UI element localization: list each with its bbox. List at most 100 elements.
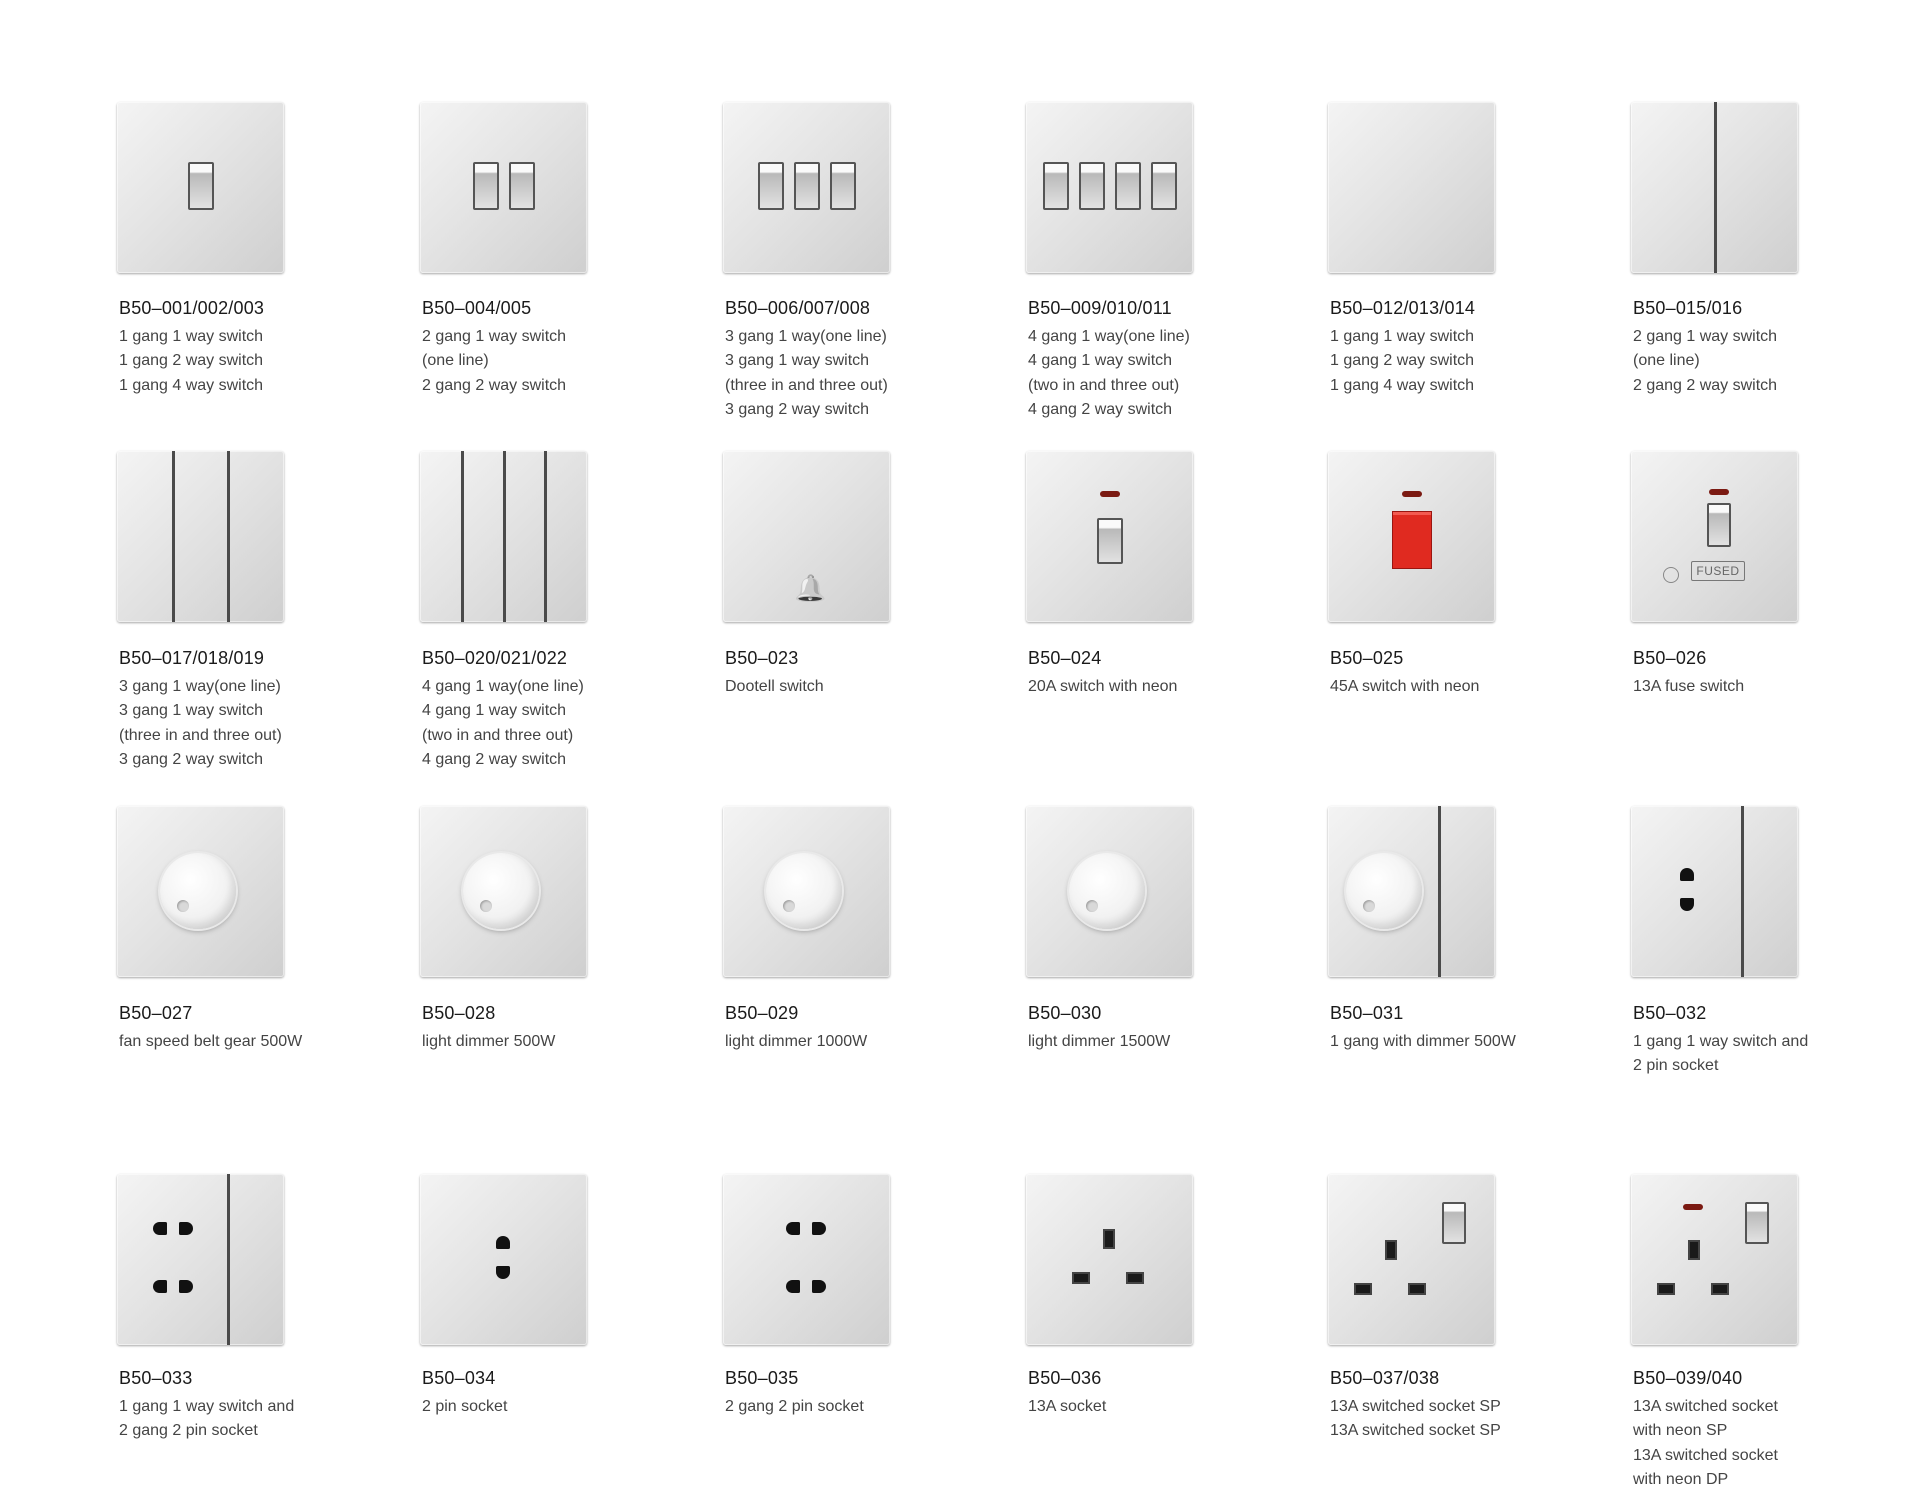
divider-line	[1741, 806, 1744, 977]
divider-line	[503, 451, 506, 622]
divider-line	[227, 1174, 230, 1345]
switch-plate-image	[1328, 451, 1495, 622]
red-switch-icon	[1392, 511, 1432, 569]
product-description: 4 gang 1 way(one line) 4 gang 1 way switc…	[1028, 325, 1190, 422]
description-line: 2 gang 2 way switch	[1633, 376, 1778, 394]
product-description: 3 gang 1 way(one line) 3 gang 1 way switc…	[119, 675, 282, 772]
switch-plate-image	[1631, 1174, 1798, 1345]
knob-indicator-dot	[1363, 900, 1375, 912]
fused-label: FUSED	[1691, 561, 1745, 581]
description-line: 3 gang 1 way(one line)	[119, 678, 281, 695]
product-description: Dootell switch	[725, 675, 824, 699]
dimmer-knob-icon	[1069, 853, 1145, 929]
description-line: fan speed belt gear 500W	[119, 1033, 303, 1050]
socket-pin-icon	[786, 1280, 800, 1293]
neon-indicator-icon	[1683, 1204, 1703, 1210]
description-line: with neon DP	[1633, 1470, 1729, 1488]
knob-indicator-dot	[1086, 900, 1098, 912]
socket-pin-icon	[153, 1280, 167, 1293]
description-line: 1 gang with dimmer 500W	[1330, 1033, 1516, 1050]
description-line: 1 gang 2 way switch	[119, 352, 264, 370]
product-code: B50–027	[119, 1003, 193, 1023]
description-line: (two in and three out)	[1028, 376, 1180, 394]
switch-rocker-icon	[1707, 503, 1731, 547]
description-line: 4 gang 1 way(one line)	[1028, 328, 1190, 345]
product-description: light dimmer 1500W	[1028, 1030, 1170, 1054]
description-line: 4 gang 1 way switch	[1028, 352, 1173, 370]
description-line: 20A switch with neon	[1028, 678, 1178, 695]
product-description: light dimmer 500W	[422, 1030, 555, 1054]
product-code: B50–026	[1633, 648, 1707, 668]
switch-plate-image	[723, 806, 890, 977]
fuse-ring-icon	[1663, 567, 1679, 583]
dimmer-knob-icon	[160, 853, 236, 929]
description-line: (two in and three out)	[422, 726, 574, 744]
product-code: B50–006/007/008	[725, 298, 871, 318]
switch-rocker-icon	[1442, 1202, 1466, 1244]
product-code: B50–029	[725, 1003, 799, 1023]
product-description: 2 gang 2 pin socket	[725, 1395, 864, 1419]
knob-indicator-dot	[783, 900, 795, 912]
description-line: 1 gang 2 way switch	[1330, 352, 1475, 370]
socket-slot-icon	[1103, 1229, 1115, 1249]
description-line: 3 gang 1 way switch	[119, 702, 264, 720]
description-line: 2 gang 2 pin socket	[119, 1422, 258, 1440]
socket-slot-icon	[1354, 1283, 1372, 1295]
divider-line	[227, 451, 230, 622]
product-description: 2 gang 1 way switch (one line) 2 gang 2 wa…	[1633, 325, 1777, 398]
product-code: B50–020/021/022	[422, 648, 568, 668]
rocker-icon	[1042, 162, 1069, 210]
description-line: 3 gang 2 way switch	[119, 750, 264, 768]
switch-plate-image	[1328, 806, 1495, 977]
product-code: B50–001/002/003	[119, 298, 265, 318]
socket-pin-icon	[812, 1280, 826, 1293]
neon-indicator-icon	[1100, 491, 1120, 497]
description-line: (three in and three out)	[725, 376, 888, 394]
product-description: 1 gang 1 way switch and 2 gang 2 pin sock…	[119, 1395, 294, 1444]
switch-plate-image	[1328, 1174, 1495, 1345]
switch-plate-image	[420, 806, 587, 977]
product-code: B50–037/038	[1330, 1368, 1440, 1388]
socket-pin-icon	[1680, 868, 1694, 881]
socket-slot-icon	[1711, 1283, 1729, 1295]
knob-indicator-dot	[480, 900, 492, 912]
socket-pin-icon	[153, 1222, 167, 1235]
product-code: B50–025	[1330, 648, 1404, 668]
product-code: B50–023	[725, 648, 799, 668]
description-line: 4 gang 2 way switch	[1028, 400, 1173, 418]
description-line: 13A fuse switch	[1633, 678, 1745, 695]
product-code: B50–039/040	[1633, 1368, 1743, 1388]
rocker-icon	[472, 162, 499, 210]
product-code: B50–004/005	[422, 298, 532, 318]
product-description: 13A fuse switch	[1633, 675, 1744, 699]
socket-pin-icon	[496, 1266, 510, 1279]
product-description: 1 gang 1 way switch 1 gang 2 way switch 1 …	[119, 325, 263, 398]
socket-slot-icon	[1072, 1272, 1090, 1284]
product-code: B50–031	[1330, 1003, 1404, 1023]
description-line: 13A switched socket SP	[1330, 1422, 1501, 1440]
description-line: (one line)	[422, 352, 489, 370]
product-description: 4 gang 1 way(one line) 4 gang 1 way switc…	[422, 675, 584, 772]
switch-plate-image	[1631, 806, 1798, 977]
switch-plate-image	[420, 102, 587, 273]
description-line: light dimmer 1000W	[725, 1033, 868, 1050]
description-line: 4 gang 2 way switch	[422, 750, 567, 768]
product-code: B50–012/013/014	[1330, 298, 1476, 318]
description-line: 2 gang 1 way switch	[422, 328, 567, 345]
divider-line	[544, 451, 547, 622]
product-description: 13A switched socket SP 13A switched socke…	[1330, 1395, 1501, 1444]
description-line: (three in and three out)	[119, 726, 282, 744]
description-line: with neon SP	[1633, 1422, 1728, 1440]
description-line: 13A switched socket	[1633, 1446, 1778, 1464]
divider-line	[461, 451, 464, 622]
switch-plate-image	[1328, 102, 1495, 273]
socket-pin-icon	[179, 1280, 193, 1293]
switch-plate-image	[1026, 451, 1193, 622]
description-line: 3 gang 1 way switch	[725, 352, 870, 370]
product-description: 1 gang 1 way switch 1 gang 2 way switch 1 …	[1330, 325, 1474, 398]
product-code: B50–036	[1028, 1368, 1102, 1388]
divider-line	[1438, 806, 1441, 977]
description-line: 1 gang 4 way switch	[1330, 376, 1475, 394]
socket-slot-icon	[1408, 1283, 1426, 1295]
switch-plate-image: 🔔	[723, 451, 890, 622]
